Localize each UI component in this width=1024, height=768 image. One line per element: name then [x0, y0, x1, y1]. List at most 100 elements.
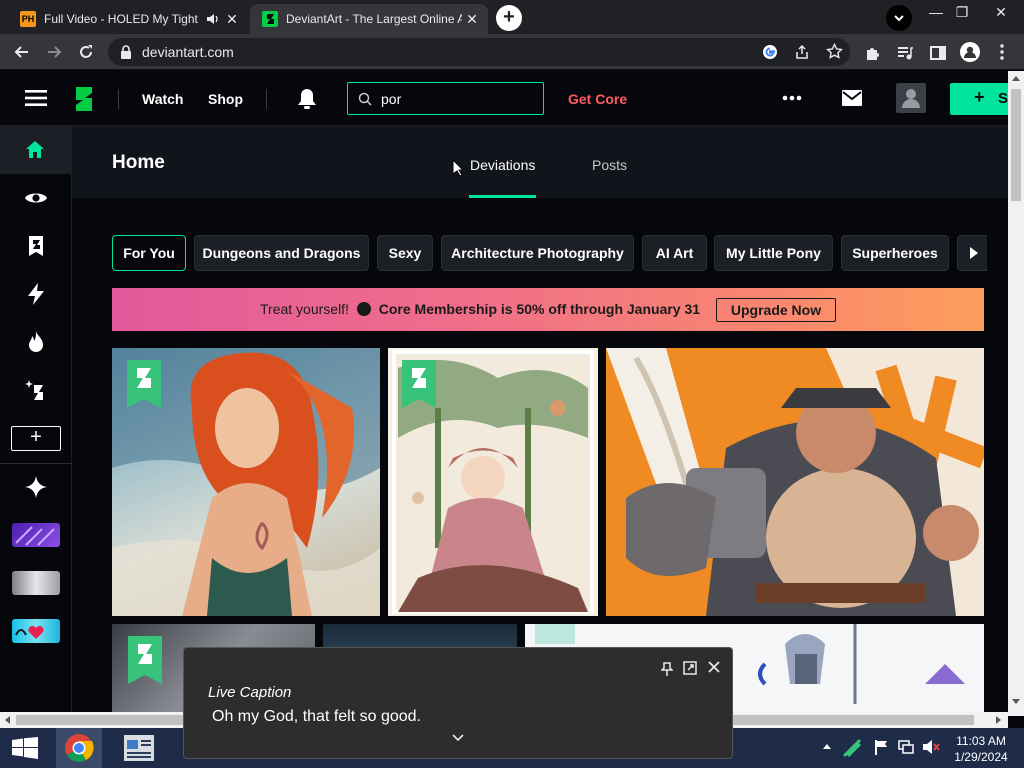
messages-envelope-icon[interactable]: [842, 90, 862, 106]
speaker-icon[interactable]: [206, 13, 222, 25]
chip-superheroes[interactable]: Superheroes: [841, 235, 949, 271]
network-icon[interactable]: [898, 739, 914, 755]
bookmark-star-icon[interactable]: [826, 43, 843, 60]
close-window-icon[interactable]: ✕: [978, 0, 1024, 30]
back-icon[interactable]: [12, 42, 32, 62]
header-divider: [118, 89, 119, 109]
chip-dungeons-and-dragons[interactable]: Dungeons and Dragons: [194, 235, 369, 271]
share-icon[interactable]: [794, 44, 810, 60]
clock-time[interactable]: 11:03 AM: [948, 734, 1014, 748]
google-icon[interactable]: [762, 44, 778, 60]
left-sidebar: +: [0, 126, 72, 716]
sidebar-divider: [0, 463, 72, 464]
sidebar-item-home[interactable]: [0, 126, 72, 174]
deviation-thumbnail[interactable]: [388, 348, 598, 616]
chip-for-you[interactable]: For You: [112, 235, 186, 271]
chip-sexy[interactable]: Sexy: [377, 235, 433, 271]
chip-architecture-photography[interactable]: Architecture Photography: [441, 235, 634, 271]
user-avatar[interactable]: [896, 83, 926, 113]
chips-scroll-right-button[interactable]: [957, 235, 987, 271]
scroll-left-arrow-icon[interactable]: [4, 716, 10, 724]
extensions-puzzle-icon[interactable]: [864, 44, 882, 62]
deviation-thumbnail[interactable]: [112, 348, 380, 616]
promo-offer: Core Membership is 50% off through Janua…: [378, 301, 701, 317]
tab-deviations[interactable]: Deviations: [470, 157, 535, 173]
add-button[interactable]: +: [11, 426, 61, 451]
tray-app-icon[interactable]: [842, 738, 862, 758]
new-tab-button[interactable]: +: [496, 5, 522, 31]
media-controls-icon[interactable]: [896, 44, 914, 62]
pop-out-icon[interactable]: [683, 661, 697, 675]
url-text: deviantart.com: [142, 44, 234, 60]
chrome-taskbar-button[interactable]: [56, 728, 102, 768]
core-ribbon-icon: [127, 360, 161, 408]
clock-date[interactable]: 1/29/2024: [948, 750, 1014, 764]
deviation-thumbnail[interactable]: [606, 348, 984, 616]
browser-tab-active[interactable]: DeviantArt - The Largest Online A ✕: [250, 4, 488, 34]
action-center-flag-icon[interactable]: [874, 739, 890, 755]
vertical-scroll-thumb[interactable]: [1011, 89, 1021, 201]
sparkle-deviation-icon[interactable]: [24, 378, 48, 402]
upgrade-now-button[interactable]: Upgrade Now: [716, 298, 836, 322]
group-avatar-1[interactable]: [12, 523, 60, 547]
vertical-scrollbar[interactable]: [1008, 71, 1024, 716]
hamburger-menu-icon[interactable]: [25, 89, 47, 107]
forward-icon[interactable]: [44, 42, 64, 62]
side-panel-icon[interactable]: [929, 44, 947, 62]
core-badge-icon: [356, 302, 371, 316]
promo-text: Treat yourself! Core Membership is 50% o…: [260, 301, 700, 317]
watch-link[interactable]: Watch: [142, 91, 183, 107]
live-caption-text: Oh my God, that felt so good.: [212, 708, 421, 725]
tab-posts[interactable]: Posts: [592, 157, 627, 173]
get-core-link[interactable]: Get Core: [568, 91, 627, 107]
kebab-menu-icon[interactable]: [998, 43, 1006, 61]
live-caption-window[interactable]: Live Caption Oh my God, that felt so goo…: [183, 647, 733, 759]
scroll-right-arrow-icon[interactable]: [996, 716, 1002, 724]
mouse-cursor-icon: [452, 159, 464, 177]
chip-ai-art[interactable]: AI Art: [642, 235, 707, 271]
deviantart-logo-icon[interactable]: [73, 86, 95, 112]
volume-muted-icon[interactable]: [922, 739, 940, 755]
lock-icon[interactable]: [120, 45, 132, 59]
tray-overflow-arrow-icon[interactable]: [822, 742, 832, 750]
deviation-badge-icon[interactable]: [24, 234, 48, 258]
search-input[interactable]: por: [381, 91, 401, 107]
submit-label: S: [998, 90, 1009, 107]
more-options-icon[interactable]: [782, 95, 802, 101]
pin-icon[interactable]: [661, 662, 673, 676]
group-avatar-3[interactable]: [12, 619, 60, 643]
active-tab-indicator: [469, 195, 536, 198]
reload-icon[interactable]: [76, 42, 96, 62]
close-tab-icon[interactable]: ✕: [222, 11, 242, 28]
close-tab-icon[interactable]: ✕: [462, 11, 482, 28]
tab-title: Full Video - HOLED My Tight: [44, 12, 198, 26]
star-sparkle-icon[interactable]: [24, 475, 48, 499]
close-caption-icon[interactable]: [708, 661, 720, 673]
pornhub-favicon-icon: PH: [20, 11, 36, 27]
search-box[interactable]: por: [347, 82, 544, 115]
promo-lead: Treat yourself!: [260, 301, 349, 317]
restore-icon[interactable]: ❐: [946, 0, 978, 30]
shop-link[interactable]: Shop: [208, 91, 243, 107]
address-bar[interactable]: deviantart.com: [108, 38, 850, 66]
flame-icon[interactable]: [24, 330, 48, 354]
notifications-bell-icon[interactable]: [297, 88, 317, 110]
core-ribbon-icon: [128, 636, 162, 684]
tab-search-button[interactable]: [886, 5, 912, 31]
app-taskbar-button[interactable]: [114, 728, 164, 768]
lightning-icon[interactable]: [24, 282, 48, 306]
site-header: Watch Shop por Get Core + S: [0, 71, 1024, 126]
browser-tab-strip: PH Full Video - HOLED My Tight ✕ Deviant…: [0, 0, 1024, 34]
chip-my-little-pony[interactable]: My Little Pony: [714, 235, 833, 271]
browser-toolbar: deviantart.com: [0, 34, 1024, 70]
profile-avatar-icon[interactable]: [960, 42, 980, 62]
browser-tab-inactive[interactable]: PH Full Video - HOLED My Tight ✕: [8, 4, 248, 34]
eye-watch-icon[interactable]: [24, 186, 48, 210]
windows-start-icon[interactable]: [12, 737, 38, 759]
group-avatar-2[interactable]: [12, 571, 60, 595]
chevron-down-icon[interactable]: [452, 734, 464, 742]
scroll-down-arrow-icon[interactable]: [1012, 699, 1020, 705]
promo-banner: Treat yourself! Core Membership is 50% o…: [112, 288, 984, 331]
scroll-up-arrow-icon[interactable]: [1012, 75, 1020, 81]
live-caption-title: Live Caption: [208, 684, 292, 701]
